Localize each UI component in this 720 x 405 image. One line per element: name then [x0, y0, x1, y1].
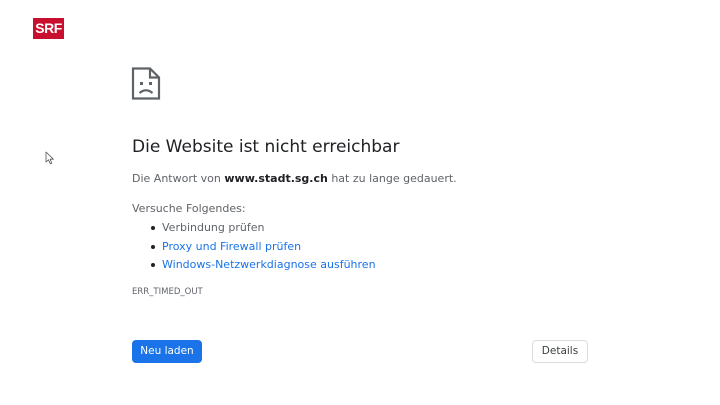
sad-document-icon: [131, 67, 161, 100]
suggestions-list: Verbindung prüfen Proxy und Firewall prü…: [150, 219, 376, 275]
suggestion-network-diagnostics-link[interactable]: Windows-Netzwerkdiagnose ausführen: [150, 256, 376, 275]
error-message-suffix: hat zu lange gedauert.: [327, 172, 457, 185]
error-host: www.stadt.sg.ch: [224, 172, 328, 185]
error-code: ERR_TIMED_OUT: [132, 287, 203, 297]
details-button[interactable]: Details: [532, 340, 588, 363]
suggestion-proxy-firewall-link[interactable]: Proxy und Firewall prüfen: [150, 238, 376, 257]
error-message: Die Antwort von www.stadt.sg.ch hat zu l…: [132, 171, 457, 187]
reload-button[interactable]: Neu laden: [132, 340, 202, 363]
suggestions-heading: Versuche Folgendes:: [132, 202, 246, 215]
mouse-pointer-icon: [45, 151, 54, 165]
error-title: Die Website ist nicht erreichbar: [132, 137, 400, 157]
error-message-prefix: Die Antwort von: [132, 172, 225, 185]
srf-logo: SRF: [33, 18, 64, 39]
suggestion-check-connection: Verbindung prüfen: [150, 219, 376, 238]
